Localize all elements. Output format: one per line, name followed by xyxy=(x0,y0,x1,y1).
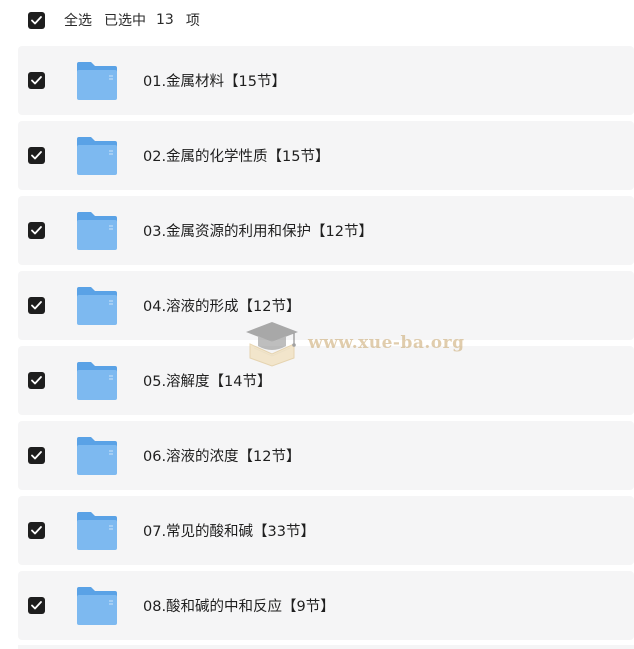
row-checkbox[interactable] xyxy=(28,522,45,539)
file-row[interactable]: 05.溶解度【14节】 xyxy=(18,346,634,415)
folder-name[interactable]: 03.金属资源的利用和保护【12节】 xyxy=(143,220,373,241)
file-row[interactable]: 03.金属资源的利用和保护【12节】 xyxy=(18,196,634,265)
folder-icon[interactable] xyxy=(75,60,119,102)
checkmark-icon xyxy=(31,301,42,310)
row-checkbox[interactable] xyxy=(28,447,45,464)
row-checkbox[interactable] xyxy=(28,147,45,164)
select-all-label[interactable]: 全选 xyxy=(64,10,92,30)
file-row[interactable]: 07.常见的酸和碱【33节】 xyxy=(18,496,634,565)
row-checkbox[interactable] xyxy=(28,297,45,314)
next-row-edge xyxy=(18,645,634,649)
select-all-bar: 全选 已选中 13 项 xyxy=(0,0,634,40)
file-row[interactable]: 02.金属的化学性质【15节】 xyxy=(18,121,634,190)
checkmark-icon xyxy=(31,451,42,460)
file-list: 01.金属材料【15节】 02.金属的化学性质【15节】 03.金属资源的利用和保护… xyxy=(18,46,634,646)
checkmark-icon xyxy=(31,376,42,385)
checkmark-icon xyxy=(31,15,42,24)
folder-icon[interactable] xyxy=(75,435,119,477)
select-all-checkbox[interactable] xyxy=(28,11,45,29)
selected-count-suffix: 项 xyxy=(185,13,200,29)
folder-icon[interactable] xyxy=(75,135,119,177)
row-checkbox[interactable] xyxy=(28,72,45,89)
row-checkbox[interactable] xyxy=(28,372,45,389)
folder-icon[interactable] xyxy=(75,210,119,252)
file-row[interactable]: 01.金属材料【15节】 xyxy=(18,46,634,115)
folder-name[interactable]: 05.溶解度【14节】 xyxy=(143,370,272,391)
folder-name[interactable]: 01.金属材料【15节】 xyxy=(143,70,286,91)
folder-name[interactable]: 08.酸和碱的中和反应【9节】 xyxy=(143,595,335,616)
folder-icon[interactable] xyxy=(75,285,119,327)
row-checkbox[interactable] xyxy=(28,222,45,239)
checkmark-icon xyxy=(31,226,42,235)
folder-icon[interactable] xyxy=(75,510,119,552)
file-row[interactable]: 04.溶液的形成【12节】 xyxy=(18,271,634,340)
checkmark-icon xyxy=(31,601,42,610)
folder-icon[interactable] xyxy=(75,585,119,627)
folder-name[interactable]: 04.溶液的形成【12节】 xyxy=(143,295,301,316)
checkmark-icon xyxy=(31,151,42,160)
checkmark-icon xyxy=(31,76,42,85)
folder-name[interactable]: 02.金属的化学性质【15节】 xyxy=(143,145,330,166)
folder-icon[interactable] xyxy=(75,360,119,402)
selected-count-prefix: 已选中 xyxy=(104,13,146,29)
file-selection-page: 全选 已选中 13 项 01.金属材料【15节】 02.金属的化学性质【15节】 0… xyxy=(0,0,634,649)
file-row[interactable]: 06.溶液的浓度【12节】 xyxy=(18,421,634,490)
file-row[interactable]: 08.酸和碱的中和反应【9节】 xyxy=(18,571,634,640)
selected-count: 13 xyxy=(156,12,174,28)
folder-name[interactable]: 06.溶液的浓度【12节】 xyxy=(143,445,301,466)
checkmark-icon xyxy=(31,526,42,535)
folder-name[interactable]: 07.常见的酸和碱【33节】 xyxy=(143,520,315,541)
row-checkbox[interactable] xyxy=(28,597,45,614)
